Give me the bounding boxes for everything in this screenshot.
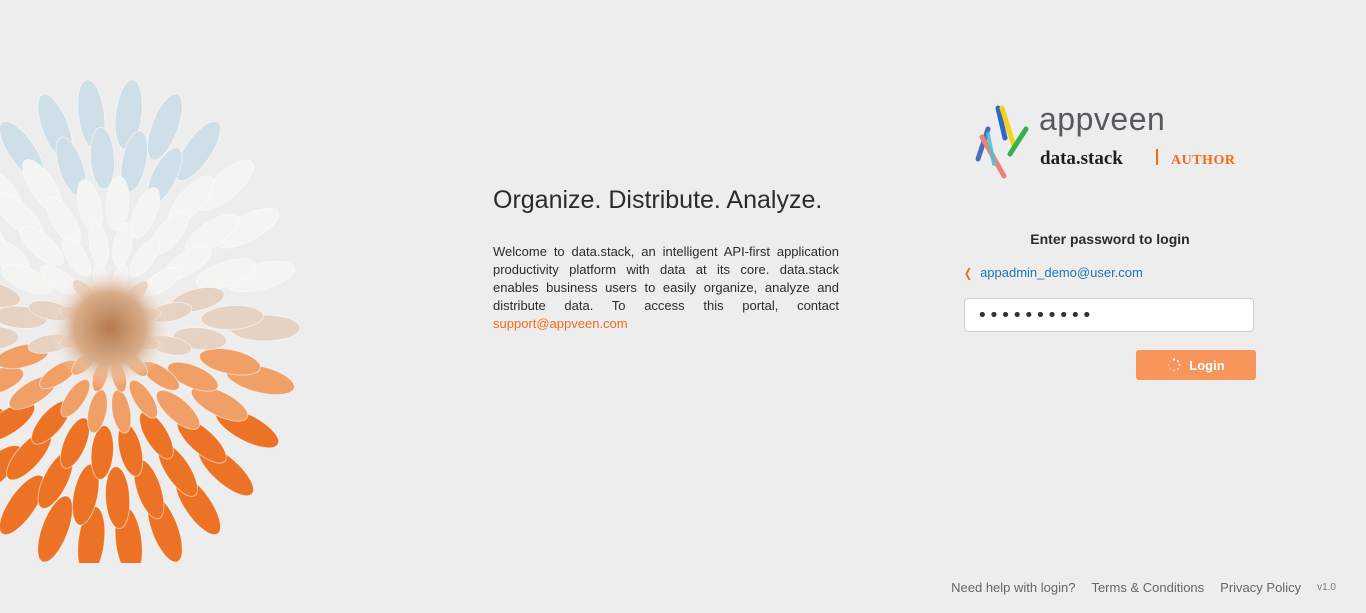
password-field[interactable] <box>964 298 1254 332</box>
flower-petal <box>89 126 116 190</box>
flower-petal <box>111 389 132 434</box>
help-link[interactable]: Need help with login? <box>951 580 1075 595</box>
hero-description: Welcome to data.stack, an intelligent AP… <box>493 243 839 333</box>
login-button[interactable]: Login <box>1136 350 1256 380</box>
appveen-logo: appveen data.stack AUTHOR <box>974 101 1254 184</box>
hero-title: Organize. Distribute. Analyze. <box>493 186 823 214</box>
hero-section: Organize. Distribute. Analyze. Welcome t… <box>493 184 839 333</box>
logo-product: data.stack <box>1040 148 1123 169</box>
appveen-logo-icon <box>975 105 1029 179</box>
logo-brand: appveen <box>1039 101 1166 137</box>
version-label: v1.0 <box>1317 582 1336 593</box>
flower-petal <box>88 222 109 267</box>
terms-link[interactable]: Terms & Conditions <box>1091 580 1204 595</box>
logo-separator <box>1156 149 1158 165</box>
privacy-link[interactable]: Privacy Policy <box>1220 580 1301 595</box>
chevron-left-icon: ❮ <box>964 266 973 280</box>
support-email-link[interactable]: support@appveen.com <box>493 316 628 331</box>
flower-illustration <box>0 79 301 563</box>
footer: Need help with login? Terms & Conditions… <box>951 580 1336 595</box>
spinner-icon <box>1167 358 1181 372</box>
flower-petal <box>104 466 131 530</box>
hero-description-text: Welcome to data.stack, an intelligent AP… <box>493 244 839 313</box>
back-to-username-link[interactable]: ❮ appadmin_demo@user.com <box>963 265 1143 280</box>
user-email: appadmin_demo@user.com <box>980 265 1143 280</box>
logo-role: AUTHOR <box>1171 153 1236 168</box>
login-title: Enter password to login <box>1030 231 1190 247</box>
login-button-label: Login <box>1189 357 1225 373</box>
